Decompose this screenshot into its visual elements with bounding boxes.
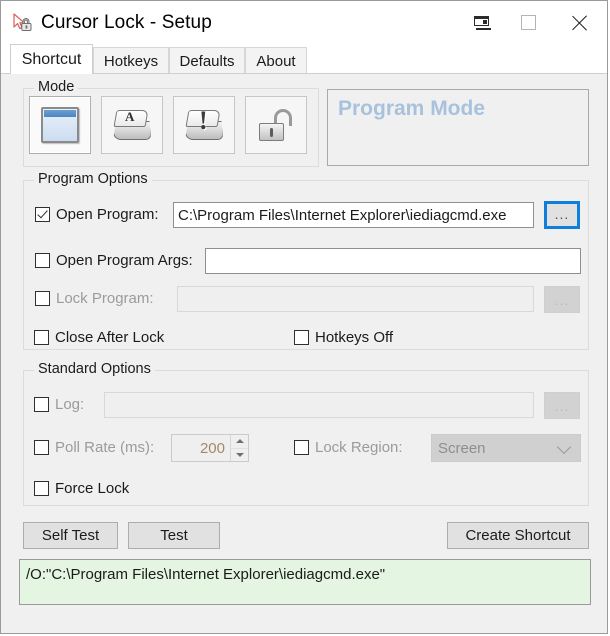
tab-defaults[interactable]: Defaults <box>169 47 245 74</box>
open-program-row: Open Program: <box>35 206 159 223</box>
close-icon <box>568 12 590 34</box>
close-button[interactable] <box>551 1 607 44</box>
lock-region-label: Lock Region: <box>315 439 403 456</box>
keyboard-key-exclamation-icon: ! <box>184 108 224 141</box>
self-test-button[interactable]: Self Test <box>23 522 118 549</box>
tab-shortcut[interactable]: Shortcut <box>10 44 93 74</box>
open-program-args-input[interactable] <box>205 248 581 274</box>
program-window-icon <box>41 107 79 143</box>
shortcut-tab-panel: Mode A ! Program Mode Program Options Op… <box>1 74 607 633</box>
log-label: Log: <box>55 396 85 413</box>
force-lock-row: Force Lock <box>34 480 129 497</box>
window-controls <box>459 1 607 44</box>
tab-about-label: About <box>256 52 296 70</box>
hotkeys-off-row: Hotkeys Off <box>294 329 393 346</box>
mode-button-hotkey[interactable]: A <box>101 96 163 154</box>
open-program-input[interactable]: C:\Program Files\Internet Explorer\iedia… <box>173 202 534 228</box>
mode-button-hotkey-alert[interactable]: ! <box>173 96 235 154</box>
create-shortcut-button[interactable]: Create Shortcut <box>447 522 589 549</box>
lock-region-row: Lock Region: <box>294 439 403 456</box>
mode-label-panel: Program Mode <box>327 89 589 166</box>
lock-program-input <box>177 286 534 312</box>
mode-group-title: Mode <box>34 79 79 95</box>
log-browse-button: ... <box>544 392 580 419</box>
hotkeys-off-checkbox[interactable] <box>294 330 309 345</box>
unlocked-padlock-icon <box>257 108 295 142</box>
log-checkbox[interactable] <box>34 397 49 412</box>
open-program-label: Open Program: <box>56 206 159 223</box>
poll-rate-value: 200 <box>199 439 225 457</box>
command-preview: /O:"C:\Program Files\Internet Explorer\i… <box>19 559 591 605</box>
minimize-button[interactable] <box>459 1 505 44</box>
program-options-group-title: Program Options <box>34 171 152 187</box>
maximize-button[interactable] <box>505 1 551 44</box>
tab-hotkeys-label: Hotkeys <box>103 52 159 70</box>
open-program-args-label: Open Program Args: <box>56 252 193 269</box>
open-program-checkbox[interactable] <box>35 207 50 222</box>
minimize-icon <box>473 15 491 30</box>
cursor-lock-icon <box>11 12 33 34</box>
chevron-up-icon <box>235 439 244 444</box>
poll-rate-increment-button[interactable] <box>231 435 248 449</box>
lock-program-browse-button: ... <box>544 286 580 313</box>
tab-strip: Shortcut Hotkeys Defaults About <box>1 44 607 74</box>
lock-region-checkbox[interactable] <box>294 440 309 455</box>
mode-button-unlock[interactable] <box>245 96 307 154</box>
title-bar: Cursor Lock - Setup <box>1 1 607 44</box>
close-after-lock-label: Close After Lock <box>55 329 165 346</box>
open-program-args-checkbox[interactable] <box>35 253 50 268</box>
tab-shortcut-label: Shortcut <box>21 50 82 68</box>
maximize-icon <box>520 15 536 30</box>
poll-rate-decrement-button[interactable] <box>231 448 248 461</box>
poll-rate-row: Poll Rate (ms): <box>34 439 154 456</box>
force-lock-label: Force Lock <box>55 480 130 497</box>
main-window: Cursor Lock - Setup Shortcut Hotkeys Def… <box>0 0 608 634</box>
chevron-down-icon <box>556 439 572 455</box>
log-row: Log: <box>34 396 84 413</box>
lock-region-value: Screen <box>438 439 486 457</box>
poll-rate-checkbox[interactable] <box>34 440 49 455</box>
close-after-lock-checkbox[interactable] <box>34 330 49 345</box>
mode-button-program[interactable] <box>29 96 91 154</box>
poll-rate-stepper[interactable]: 200 <box>171 434 249 462</box>
tab-about[interactable]: About <box>245 47 307 74</box>
poll-rate-stepper-buttons <box>230 435 248 461</box>
lock-program-row: Lock Program: <box>35 290 154 307</box>
close-after-lock-row: Close After Lock <box>34 329 164 346</box>
mode-label: Program Mode <box>338 97 486 120</box>
open-program-args-row: Open Program Args: <box>35 252 193 269</box>
tab-defaults-label: Defaults <box>179 52 235 70</box>
chevron-down-icon <box>235 452 244 457</box>
standard-options-group-title: Standard Options <box>34 361 155 377</box>
test-button[interactable]: Test <box>128 522 220 549</box>
hotkeys-off-label: Hotkeys Off <box>315 329 394 346</box>
log-input <box>104 392 534 418</box>
window-title: Cursor Lock - Setup <box>41 11 212 33</box>
force-lock-checkbox[interactable] <box>34 481 49 496</box>
lock-region-dropdown[interactable]: Screen <box>431 434 581 462</box>
lock-program-checkbox[interactable] <box>35 291 50 306</box>
lock-program-label: Lock Program: <box>56 290 154 307</box>
keyboard-key-a-icon: A <box>112 109 152 141</box>
tab-hotkeys[interactable]: Hotkeys <box>93 47 169 74</box>
open-program-browse-button[interactable]: ... <box>544 201 580 229</box>
poll-rate-label: Poll Rate (ms): <box>55 439 155 456</box>
